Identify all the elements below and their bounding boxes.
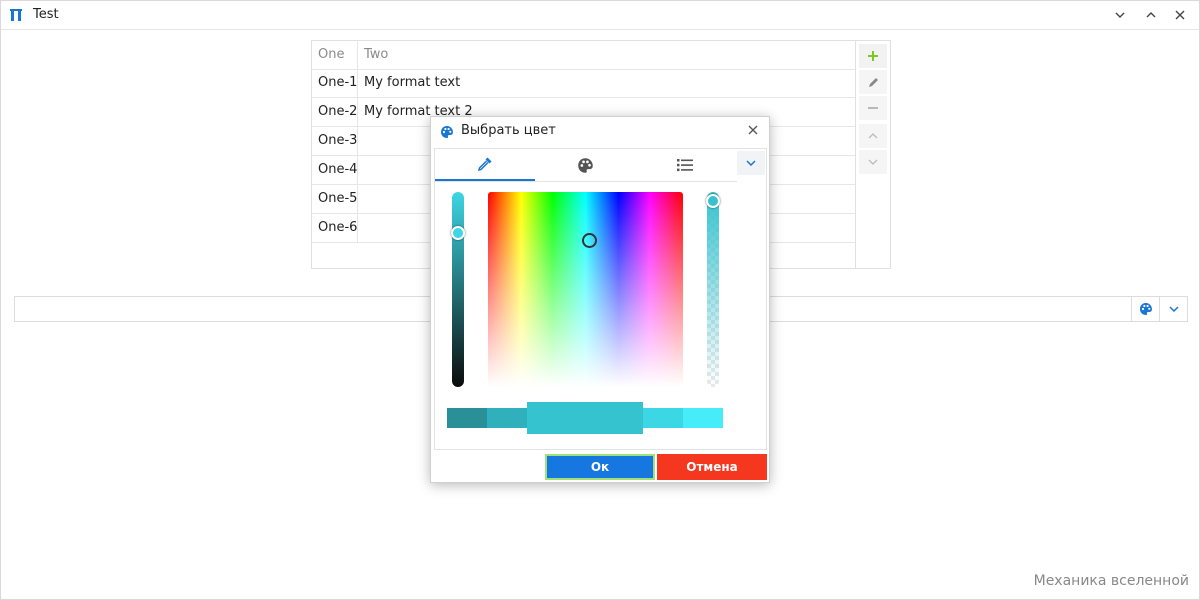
maximize-button[interactable]: [1140, 5, 1162, 25]
footer-caption: Механика вселенной: [1033, 573, 1189, 589]
opacity-slider-handle[interactable]: [706, 194, 720, 208]
minimize-button[interactable]: [1109, 5, 1131, 25]
title-bar: Test: [1, 1, 1199, 30]
brightness-slider-handle[interactable]: [451, 226, 465, 240]
pencil-icon: [868, 77, 878, 87]
opacity-slider[interactable]: [706, 192, 720, 387]
dialog-title: Выбрать цвет: [461, 123, 556, 138]
palette-icon: [441, 126, 453, 138]
dialog-body: [434, 148, 767, 450]
cancel-button[interactable]: Отмена: [657, 454, 767, 480]
table-cell[interactable]: One-5: [312, 185, 358, 213]
current-color-swatch: [527, 402, 643, 434]
color-spectrum[interactable]: [488, 192, 683, 387]
edit-row-button[interactable]: [859, 70, 887, 94]
close-icon: [748, 125, 758, 135]
add-row-button[interactable]: [859, 44, 887, 68]
column-header-one[interactable]: One: [312, 41, 358, 69]
app-logo-icon: [10, 9, 22, 21]
palette-icon: [1140, 303, 1152, 315]
color-picker-dialog: Выбрать цвет Ок Отмена: [430, 116, 770, 483]
window-title: Test: [33, 7, 59, 22]
chevron-up-icon: [1146, 12, 1156, 18]
dialog-close-button[interactable]: [745, 122, 761, 138]
close-icon: [1175, 10, 1185, 20]
swatch-lighter-2[interactable]: [683, 408, 723, 428]
brightness-slider[interactable]: [451, 192, 465, 387]
plus-icon: [868, 51, 878, 61]
ok-button[interactable]: Ок: [545, 454, 655, 480]
eyedropper-icon: [477, 157, 492, 172]
table-toolbar: [855, 40, 891, 269]
table-row[interactable]: One-1 My format text: [312, 69, 856, 98]
table-cell[interactable]: One-3: [312, 127, 358, 155]
palette-icon: [577, 157, 593, 173]
table-cell[interactable]: One-6: [312, 214, 358, 242]
tab-list[interactable]: [635, 149, 735, 181]
chevron-down-icon: [1115, 12, 1125, 18]
table-cell[interactable]: One-4: [312, 156, 358, 184]
delete-row-button[interactable]: [859, 96, 887, 120]
chevron-up-icon: [868, 133, 878, 139]
spectrum-cursor[interactable]: [582, 233, 597, 248]
swatch-lighter-1[interactable]: [643, 408, 683, 428]
color-dropdown-button[interactable]: [1159, 297, 1188, 321]
open-color-picker-button[interactable]: [1131, 297, 1160, 321]
more-tabs-button[interactable]: [737, 151, 765, 175]
swatch-darker-1[interactable]: [487, 408, 527, 428]
tab-eyedropper[interactable]: [435, 149, 535, 181]
column-header-two[interactable]: Two: [358, 41, 856, 69]
table-cell[interactable]: One-1: [312, 69, 358, 97]
chevron-down-icon: [746, 160, 756, 166]
tab-palette[interactable]: [535, 149, 635, 181]
swatch-darker-2[interactable]: [447, 408, 487, 428]
move-down-button[interactable]: [859, 150, 887, 174]
table-header: One Two: [312, 41, 856, 70]
dialog-footer: Ок Отмена: [431, 452, 769, 482]
close-window-button[interactable]: [1169, 5, 1191, 25]
list-icon: [677, 159, 693, 172]
move-up-button[interactable]: [859, 124, 887, 148]
minus-icon: [868, 107, 878, 109]
picker-tabs: [435, 149, 737, 182]
table-cell[interactable]: One-2: [312, 98, 358, 126]
chevron-down-icon: [868, 159, 878, 165]
table-cell[interactable]: My format text: [358, 69, 856, 97]
chevron-down-icon: [1169, 306, 1179, 312]
